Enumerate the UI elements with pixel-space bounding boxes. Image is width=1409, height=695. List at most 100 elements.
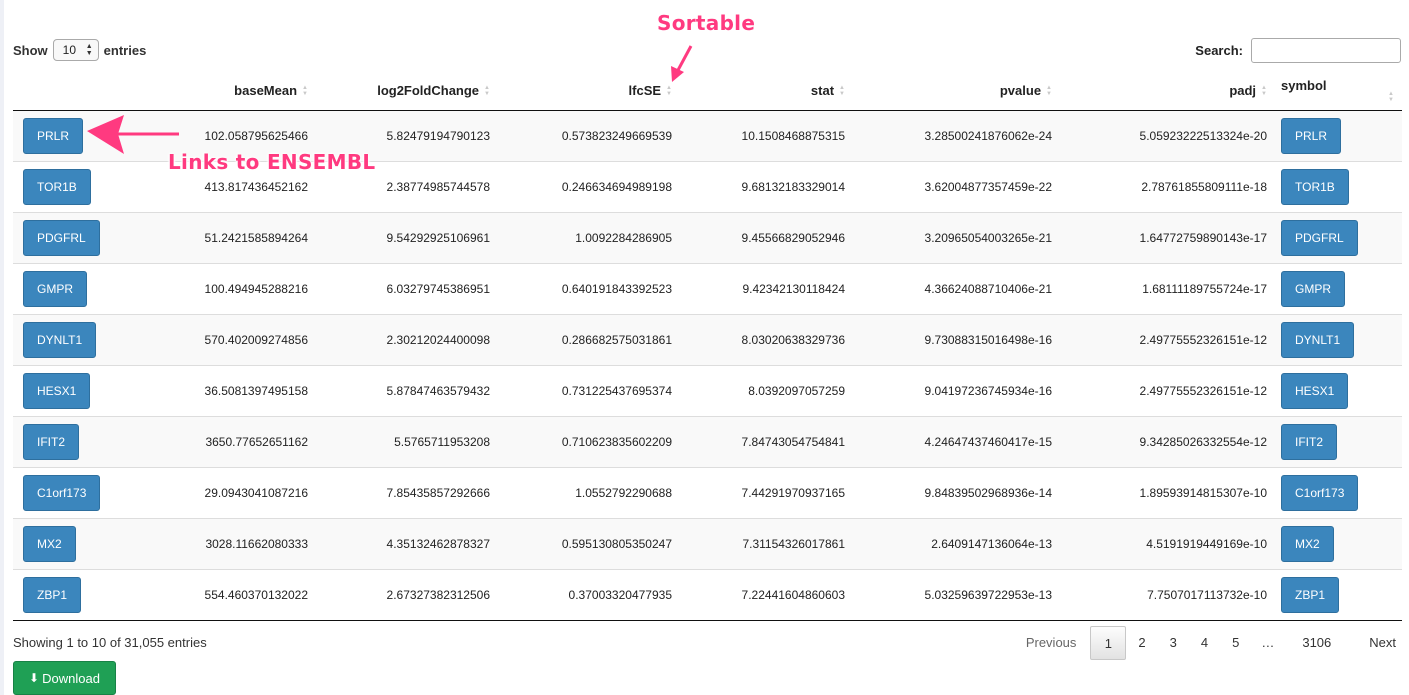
ensembl-link-button[interactable]: HESX1: [23, 373, 91, 409]
ensembl-link-button[interactable]: PRLR: [23, 118, 84, 154]
symbol-link-button[interactable]: HESX1: [1281, 373, 1349, 409]
cell-pvalue: 5.03259639722953e-13: [853, 569, 1060, 621]
gene-cell: PRLR: [13, 110, 153, 162]
sort-icon: ▲ ▼: [1046, 85, 1052, 98]
cell-padj: 2.49775552326151e-12: [1060, 314, 1275, 366]
symbol-link-button[interactable]: PDGFRL: [1281, 220, 1358, 256]
column-header-gene: [13, 70, 153, 111]
cell-lfcse: 1.0552792290688: [498, 467, 680, 519]
sort-icon: ▲ ▼: [302, 85, 308, 98]
ensembl-link-button[interactable]: MX2: [23, 526, 76, 562]
cell-pvalue: 3.62004877357459e-22: [853, 161, 1060, 213]
symbol-link-button[interactable]: C1orf173: [1281, 475, 1359, 511]
table-row: DYNLT1 570.402009274856 2.30212024400098 0.…: [13, 314, 1402, 366]
cell-stat: 7.44291970937165: [680, 467, 853, 519]
table-info: Showing 1 to 10 of 31,055 entries: [13, 635, 207, 650]
symbol-cell: DYNLT1: [1275, 314, 1402, 366]
show-label: Show: [13, 42, 48, 58]
cell-basemean: 29.0943041087216: [153, 467, 316, 519]
search-control: Search:: [1195, 38, 1401, 63]
ensembl-link-button[interactable]: TOR1B: [23, 169, 91, 205]
cell-stat: 7.31154326017861: [680, 518, 853, 570]
symbol-link-button[interactable]: IFIT2: [1281, 424, 1338, 460]
table-row: HESX1 36.5081397495158 5.87847463579432 0.7…: [13, 365, 1402, 417]
ensembl-link-button[interactable]: C1orf173: [23, 475, 101, 511]
symbol-cell: IFIT2: [1275, 416, 1402, 468]
symbol-link-button[interactable]: GMPR: [1281, 271, 1345, 307]
page-button-1[interactable]: 1: [1090, 626, 1127, 660]
ensembl-link-button[interactable]: DYNLT1: [23, 322, 97, 358]
sort-icon: ▲ ▼: [839, 85, 845, 98]
ensembl-link-button[interactable]: GMPR: [23, 271, 87, 307]
symbol-cell: GMPR: [1275, 263, 1402, 315]
page-button-2[interactable]: 2: [1126, 626, 1157, 660]
cell-log2foldchange: 2.30212024400098: [316, 314, 498, 366]
cell-pvalue: 4.24647437460417e-15: [853, 416, 1060, 468]
cell-log2foldchange: 6.03279745386951: [316, 263, 498, 315]
symbol-cell: ZBP1: [1275, 569, 1402, 621]
gene-cell: DYNLT1: [13, 314, 153, 366]
cell-log2foldchange: 5.5765711953208: [316, 416, 498, 468]
column-header-stat[interactable]: stat ▲ ▼: [680, 70, 853, 111]
entries-select[interactable]: 10 ▲ ▼: [52, 39, 99, 61]
ensembl-link-button[interactable]: ZBP1: [23, 577, 82, 613]
symbol-cell: PDGFRL: [1275, 212, 1402, 264]
symbol-link-button[interactable]: PRLR: [1281, 118, 1342, 154]
column-header-basemean[interactable]: baseMean ▲ ▼: [153, 70, 316, 111]
sort-icon: ▲ ▼: [666, 85, 672, 98]
ensembl-link-button[interactable]: PDGFRL: [23, 220, 100, 256]
download-label: Download: [42, 670, 100, 686]
column-header-pvalue[interactable]: pvalue ▲ ▼: [853, 70, 1060, 111]
symbol-link-button[interactable]: ZBP1: [1281, 577, 1340, 613]
table-row: ZBP1 554.460370132022 2.67327382312506 0.37…: [13, 569, 1402, 621]
gene-cell: C1orf173: [13, 467, 153, 519]
cell-padj: 1.64772759890143e-17: [1060, 212, 1275, 264]
updown-icon: ▲ ▼: [85, 43, 93, 57]
cell-padj: 2.49775552326151e-12: [1060, 365, 1275, 417]
gene-cell: IFIT2: [13, 416, 153, 468]
cell-stat: 8.0392097057259: [680, 365, 853, 417]
next-button[interactable]: Next: [1349, 626, 1396, 660]
column-header-log2foldchange[interactable]: log2FoldChange ▲ ▼: [316, 70, 498, 111]
cell-stat: 7.84743054754841: [680, 416, 853, 468]
cell-basemean: 554.460370132022: [153, 569, 316, 621]
symbol-link-button[interactable]: TOR1B: [1281, 169, 1349, 205]
page-button-3[interactable]: 3: [1158, 626, 1189, 660]
cell-padj: 2.78761855809111e-18: [1060, 161, 1275, 213]
cell-basemean: 36.5081397495158: [153, 365, 316, 417]
cell-padj: 4.5191919449169e-10: [1060, 518, 1275, 570]
download-icon: ⬇: [29, 671, 40, 685]
page-button-5[interactable]: 5: [1220, 626, 1251, 660]
cell-lfcse: 0.286682575031861: [498, 314, 680, 366]
cell-basemean: 100.494945288216: [153, 263, 316, 315]
download-button[interactable]: ⬇ Download: [13, 661, 116, 695]
table-row: IFIT2 3650.77652651162 5.5765711953208 0.71…: [13, 416, 1402, 468]
ensembl-link-button[interactable]: IFIT2: [23, 424, 80, 460]
cell-pvalue: 4.36624088710406e-21: [853, 263, 1060, 315]
gene-cell: PDGFRL: [13, 212, 153, 264]
cell-log2foldchange: 4.35132462878327: [316, 518, 498, 570]
page-button-last[interactable]: 3106: [1284, 626, 1349, 660]
cell-stat: 8.03020638329736: [680, 314, 853, 366]
entries-label: entries: [103, 42, 147, 58]
cell-lfcse: 0.37003320477935: [498, 569, 680, 621]
cell-padj: 7.7507017113732e-10: [1060, 569, 1275, 621]
column-header-symbol[interactable]: symbol ▲ ▼: [1275, 70, 1402, 111]
cell-pvalue: 9.73088315016498e-16: [853, 314, 1060, 366]
cell-log2foldchange: 5.87847463579432: [316, 365, 498, 417]
search-input[interactable]: [1251, 38, 1401, 63]
column-header-padj[interactable]: padj ▲ ▼: [1060, 70, 1275, 111]
search-label: Search:: [1195, 43, 1243, 58]
left-border: [0, 0, 4, 695]
cell-basemean: 3028.11662080333: [153, 518, 316, 570]
page-button-4[interactable]: 4: [1189, 626, 1220, 660]
cell-stat: 9.45566829052946: [680, 212, 853, 264]
symbol-link-button[interactable]: MX2: [1281, 526, 1334, 562]
symbol-link-button[interactable]: DYNLT1: [1281, 322, 1355, 358]
column-header-lfcse[interactable]: lfcSE ▲ ▼: [498, 70, 680, 111]
gene-cell: GMPR: [13, 263, 153, 315]
cell-lfcse: 0.640191843392523: [498, 263, 680, 315]
entries-select-value: 10: [62, 43, 77, 57]
previous-button[interactable]: Previous: [1014, 626, 1091, 660]
pagination-ellipsis: …: [1261, 635, 1275, 650]
